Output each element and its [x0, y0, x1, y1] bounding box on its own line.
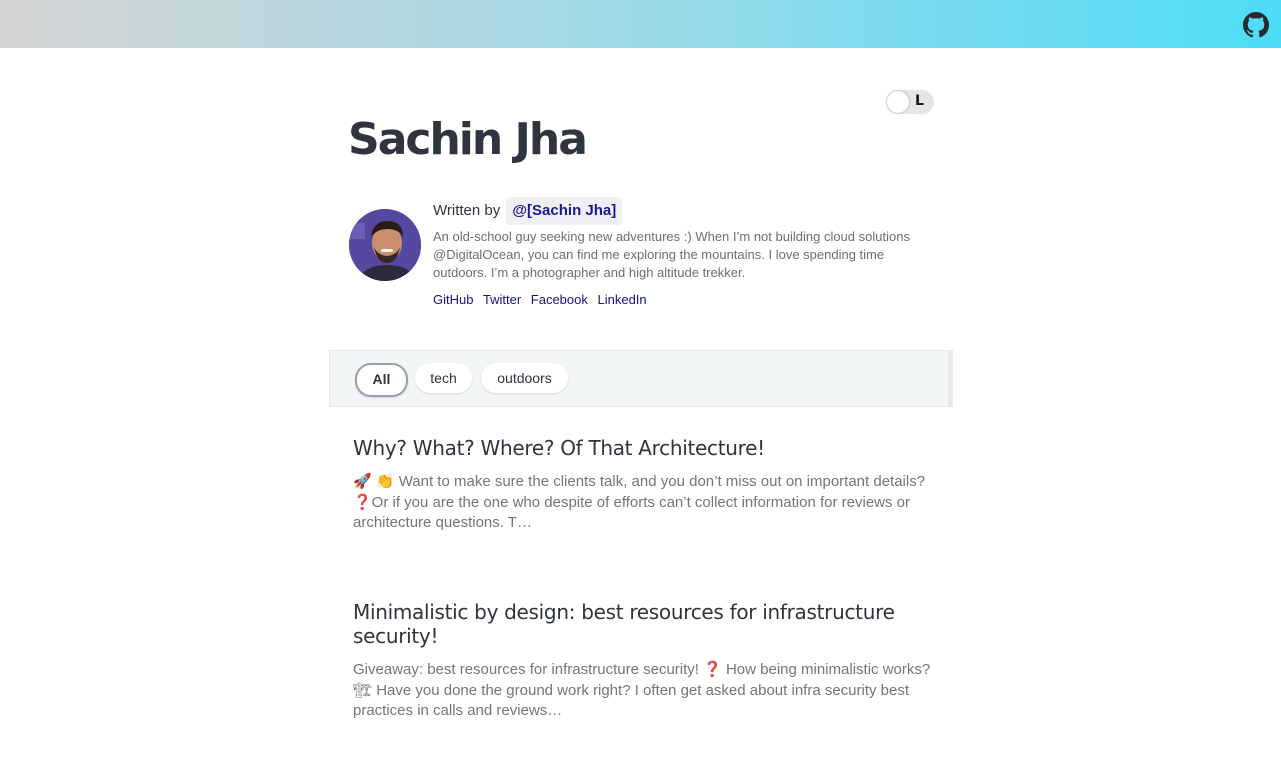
linkedin-link[interactable]: LinkedIn — [598, 292, 647, 307]
facebook-link[interactable]: Facebook — [531, 292, 588, 307]
github-link[interactable]: GitHub — [433, 292, 473, 307]
written-by-line: Written by @[Sachin Jha] — [433, 196, 933, 226]
toggle-label: L — [915, 93, 924, 109]
written-by-label: Written by — [433, 202, 501, 219]
theme-toggle[interactable]: L — [886, 90, 934, 114]
github-icon[interactable] — [1243, 12, 1269, 38]
top-gradient-bar — [0, 0, 1281, 48]
avatar — [349, 209, 421, 281]
post-title[interactable]: Minimalistic by design: best resources f… — [353, 600, 933, 648]
author-bio-text: An old-school guy seeking new adventures… — [433, 229, 910, 280]
filter-tech-chip[interactable]: tech — [415, 363, 472, 393]
post-excerpt: Giveaway: best resources for infrastruct… — [353, 661, 931, 719]
post-item: Why? What? Where? Of That Architecture! … — [353, 436, 933, 534]
avatar-portrait — [349, 209, 421, 281]
category-filter-bar: All tech outdoors — [329, 350, 953, 407]
filter-outdoors-chip[interactable]: outdoors — [481, 363, 568, 393]
twitter-link[interactable]: Twitter — [483, 292, 521, 307]
post-item: Minimalistic by design: best resources f… — [353, 600, 933, 722]
author-handle-link[interactable]: @[Sachin Jha] — [506, 197, 623, 225]
post-excerpt: 🚀 👏 Want to make sure the clients talk, … — [353, 473, 926, 531]
social-links: GitHub Twitter Facebook LinkedIn — [433, 292, 933, 307]
toggle-knob — [887, 91, 909, 113]
filter-all-chip[interactable]: All — [355, 363, 408, 397]
site-title[interactable]: Sachin Jha — [348, 112, 588, 168]
post-title[interactable]: Why? What? Where? Of That Architecture! — [353, 436, 933, 460]
author-bio-section: Written by @[Sachin Jha] An old-school g… — [433, 196, 933, 307]
